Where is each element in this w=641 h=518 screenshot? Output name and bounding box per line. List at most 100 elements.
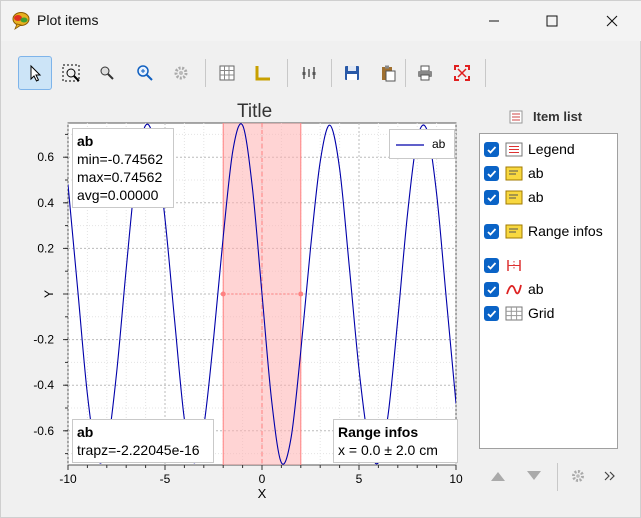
check-icon (487, 285, 497, 294)
checkbox[interactable] (484, 281, 499, 297)
paste-icon (382, 65, 396, 82)
fullscreen-button[interactable] (445, 56, 479, 90)
more-button[interactable] (595, 461, 625, 491)
paste-button[interactable] (371, 56, 405, 90)
x-tick-label: 0 (259, 472, 266, 486)
label-icon (505, 189, 523, 205)
toolbar (1, 49, 641, 95)
y-tick-label: -0.6 (33, 424, 54, 438)
maximize-button[interactable] (529, 5, 575, 37)
toolbar-separator (485, 59, 486, 87)
x-tick-label: 10 (449, 472, 463, 486)
label-icon (505, 223, 523, 239)
bubble-icon (11, 11, 31, 31)
checkbox[interactable] (484, 141, 499, 157)
list-item-label-ab[interactable]: ab (484, 186, 544, 208)
rect-zoom-icon (62, 64, 80, 82)
select-arrow-icon (30, 64, 42, 82)
x-tick-label: -5 (160, 472, 171, 486)
checkbox[interactable] (484, 305, 499, 321)
x-axis-label: X (258, 486, 267, 501)
zoom-fit-button[interactable] (128, 56, 162, 90)
list-item-range-infos[interactable]: Range infos (484, 220, 603, 242)
check-icon (487, 193, 497, 202)
zoom-fit-icon (137, 65, 153, 81)
gear-icon (572, 470, 584, 482)
grid-icon (505, 305, 523, 321)
title-bar[interactable]: Plot items (1, 1, 641, 41)
range-info-name: Range infos (338, 424, 419, 440)
item-list-header: Item list (509, 109, 583, 127)
range-handle-left (220, 291, 226, 297)
trapz-annotation[interactable]: ab trapz=-2.22045e-16 (72, 419, 214, 463)
list-item-xrange[interactable] (484, 254, 528, 276)
print-icon (418, 65, 432, 81)
legend-line-swatch (396, 144, 424, 146)
list-item-label-ab[interactable]: ab (484, 162, 544, 184)
range-info-value: x = 0.0 ± 2.0 cm (338, 442, 438, 458)
zoom-button[interactable] (90, 56, 124, 90)
gear-icon (174, 66, 188, 80)
check-icon (487, 227, 497, 236)
close-button[interactable] (589, 5, 635, 37)
y-tick-label: 0.2 (37, 241, 54, 255)
window-title: Plot items (37, 12, 99, 28)
move-up-icon (491, 472, 505, 481)
move-up-button[interactable] (483, 461, 513, 491)
list-item-label: ab (528, 165, 544, 181)
minimize-button[interactable] (471, 5, 517, 37)
list-item-legend[interactable]: Legend (484, 138, 575, 160)
checkbox[interactable] (484, 165, 499, 181)
save-button[interactable] (335, 56, 369, 90)
checkbox[interactable] (484, 223, 499, 239)
checkbox[interactable] (484, 257, 499, 273)
rect-zoom-button[interactable] (54, 56, 88, 90)
range-markers-icon (302, 67, 316, 79)
axes-button[interactable] (246, 56, 280, 90)
stats-annotation[interactable]: ab min=-0.74562 max=0.74562 avg=0.00000 (72, 128, 174, 208)
range-markers-button[interactable] (292, 56, 326, 90)
select-tool-button[interactable] (18, 56, 52, 90)
zoom-icon (100, 66, 114, 80)
toolbar-separator (205, 59, 206, 87)
y-tick-label: Y (42, 290, 56, 298)
y-tick-label: -0.4 (33, 378, 54, 392)
item-list: Legend ab ab Range infos ab Grid (479, 133, 618, 449)
toolbar-separator (405, 59, 406, 87)
stats-avg: avg=0.00000 (77, 187, 159, 203)
check-icon (487, 169, 497, 178)
list-item-grid[interactable]: Grid (484, 302, 554, 324)
y-tick-label: 0.6 (37, 150, 54, 164)
checkbox[interactable] (484, 189, 499, 205)
stats-min: min=-0.74562 (77, 151, 164, 167)
print-button[interactable] (408, 56, 442, 90)
list-item-label: ab (528, 281, 544, 297)
list-item-label: Legend (528, 141, 575, 157)
settings-button[interactable] (164, 56, 198, 90)
check-icon (487, 145, 497, 154)
minimize-icon (489, 20, 499, 22)
range-info-annotation[interactable]: Range infos x = 0.0 ± 2.0 cm (333, 419, 458, 463)
grid-button[interactable] (210, 56, 244, 90)
move-down-button[interactable] (519, 461, 549, 491)
move-down-icon (527, 471, 541, 480)
curve-icon (505, 281, 523, 297)
item-list-title: Item list (533, 109, 583, 124)
label-icon (505, 165, 523, 181)
legend-icon (505, 141, 523, 157)
y-tick-label: 0.4 (37, 196, 54, 210)
more-icon (604, 471, 615, 481)
list-item-curve-ab[interactable]: ab (484, 278, 544, 300)
save-icon (345, 66, 359, 80)
plot-legend[interactable]: ab (389, 129, 455, 159)
x-tick-label: -10 (59, 472, 77, 486)
list-icon (509, 110, 523, 127)
axes-icon (255, 66, 270, 81)
xrange-icon (505, 257, 523, 273)
trapz-name: ab (77, 424, 94, 440)
toolbar-separator (287, 59, 288, 87)
fullscreen-icon (454, 65, 470, 81)
panel-settings-button[interactable] (563, 461, 593, 491)
plot-items-window: Plot items Title -10 -5 0 5 10 0.6 0.4 0… (0, 0, 641, 518)
check-icon (487, 309, 497, 318)
